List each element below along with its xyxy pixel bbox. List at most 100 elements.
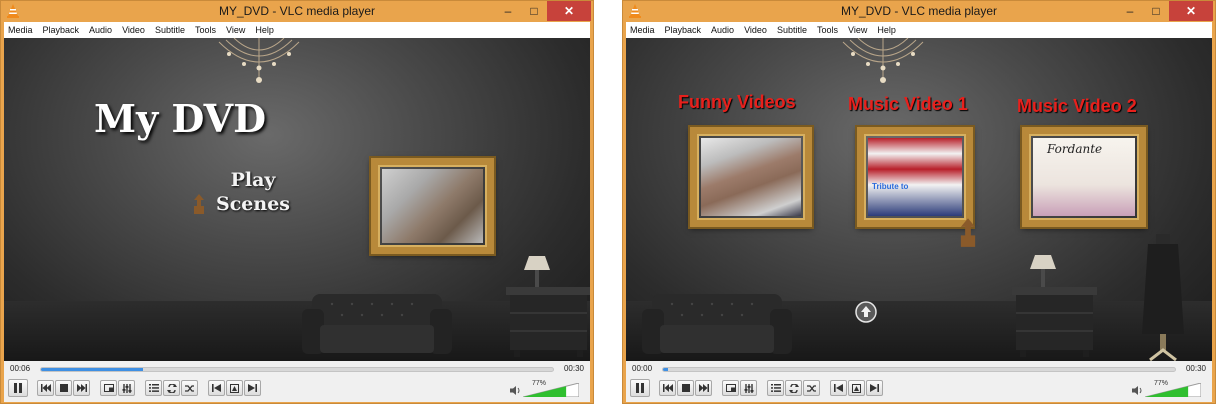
dvd-menu-cursor-icon [194,194,204,214]
skip-forward-icon [698,384,709,392]
music-video-2-label[interactable]: Music Video 2 [1017,96,1137,117]
loop-icon [788,383,799,393]
chandelier-image [218,38,300,83]
dvd-menu-button[interactable] [226,380,243,396]
shuffle-icon [184,384,194,392]
vlc-window-right: MY_DVD - VLC media player – □ ✕ Media Pl… [622,0,1216,404]
menu-media[interactable]: Media [8,25,33,35]
total-time: 00:30 [563,364,584,373]
maximize-button[interactable]: □ [1143,1,1169,21]
next-chapter-icon [248,384,257,392]
video-area[interactable]: My DVD Play Scenes [4,38,590,361]
fullscreen-button[interactable] [100,380,117,396]
dvd-menu-button[interactable] [848,380,865,396]
thumbnail-caption-2: Fordante [1047,142,1103,156]
previous-chapter-icon [212,384,221,392]
music-video-1-thumbnail: Tribute to [868,138,962,216]
pause-button[interactable] [8,379,28,397]
fullscreen-button[interactable] [722,380,739,396]
menu-view[interactable]: View [848,25,867,35]
close-button[interactable]: ✕ [1169,1,1213,21]
playback-controls: 00:00 00:30 77% [626,361,1212,402]
elapsed-time: 00:00 [632,364,653,373]
next-chapter-button[interactable] [244,380,261,396]
previous-button[interactable] [37,380,54,396]
playback-controls: 00:06 00:30 77% [4,361,590,402]
play-label[interactable]: Play [216,168,290,192]
menu-playback[interactable]: Playback [665,25,702,35]
next-button[interactable] [73,380,90,396]
funny-videos-frame[interactable] [688,125,814,229]
menu-video[interactable]: Video [122,25,145,35]
speaker-icon[interactable] [510,385,521,396]
music-video-2-frame[interactable]: Fordante [1020,125,1148,229]
title-bar[interactable]: MY_DVD - VLC media player – □ ✕ [623,1,1215,22]
playlist-button[interactable] [767,380,784,396]
volume-slider[interactable] [1145,383,1201,397]
thumbnail-image [382,169,483,243]
previous-chapter-button[interactable] [208,380,225,396]
skip-back-icon [40,384,51,392]
dvd-title: My DVD [94,96,267,141]
seek-bar[interactable] [662,367,1176,372]
seek-bar[interactable] [40,367,554,372]
sofa-image [642,294,792,354]
loop-button[interactable] [163,380,180,396]
dvd-menu-cursor-icon [960,218,976,247]
scenes-label[interactable]: Scenes [216,192,290,216]
music-video-2-thumbnail: Fordante [1033,138,1135,216]
loop-button[interactable] [785,380,802,396]
title-bar[interactable]: MY_DVD - VLC media player – □ ✕ [1,1,593,22]
menu-subtitle[interactable]: Subtitle [155,25,185,35]
previous-button[interactable] [659,380,676,396]
extended-settings-button[interactable] [118,380,135,396]
floor [4,301,590,361]
menu-view[interactable]: View [226,25,245,35]
menu-audio[interactable]: Audio [89,25,112,35]
play-scenes-menu[interactable]: Play Scenes [216,168,290,216]
menu-help[interactable]: Help [255,25,274,35]
menu-video[interactable]: Video [744,25,767,35]
close-button[interactable]: ✕ [547,1,591,21]
shuffle-button[interactable] [181,380,198,396]
funny-videos-thumbnail [701,138,801,216]
video-area[interactable]: Funny Videos Music Video 1 Music Video 2… [626,38,1212,361]
stop-button[interactable] [677,380,694,396]
music-video-1-frame[interactable]: Tribute to [855,125,975,229]
next-button[interactable] [695,380,712,396]
funny-videos-label[interactable]: Funny Videos [678,92,796,113]
playlist-icon [148,384,159,392]
maximize-button[interactable]: □ [521,1,547,21]
menu-bar: Media Playback Audio Video Subtitle Tool… [626,22,1212,38]
picture-frame[interactable] [369,156,496,256]
menu-playback[interactable]: Playback [43,25,80,35]
stop-icon [59,384,68,392]
dresser-image [506,287,590,357]
volume-slider[interactable] [523,383,579,397]
pause-button[interactable] [630,379,650,397]
menu-subtitle[interactable]: Subtitle [777,25,807,35]
up-arrow-button[interactable] [854,300,878,324]
next-chapter-button[interactable] [866,380,883,396]
menu-audio[interactable]: Audio [711,25,734,35]
extended-settings-button[interactable] [740,380,757,396]
menu-help[interactable]: Help [877,25,896,35]
thumbnail-caption: Tribute to [872,182,909,191]
playlist-button[interactable] [145,380,162,396]
dresser-image [1012,287,1097,357]
previous-chapter-button[interactable] [830,380,847,396]
pause-icon [14,383,22,393]
shuffle-button[interactable] [803,380,820,396]
chandelier-image [842,38,924,83]
music-video-1-label[interactable]: Music Video 1 [848,94,968,115]
coat-stand-image [1142,234,1184,361]
sofa-image [302,294,452,354]
stop-button[interactable] [55,380,72,396]
minimize-button[interactable]: – [1117,1,1143,21]
skip-back-icon [662,384,673,392]
speaker-icon[interactable] [1132,385,1143,396]
minimize-button[interactable]: – [495,1,521,21]
menu-media[interactable]: Media [630,25,655,35]
menu-tools[interactable]: Tools [817,25,838,35]
menu-tools[interactable]: Tools [195,25,216,35]
